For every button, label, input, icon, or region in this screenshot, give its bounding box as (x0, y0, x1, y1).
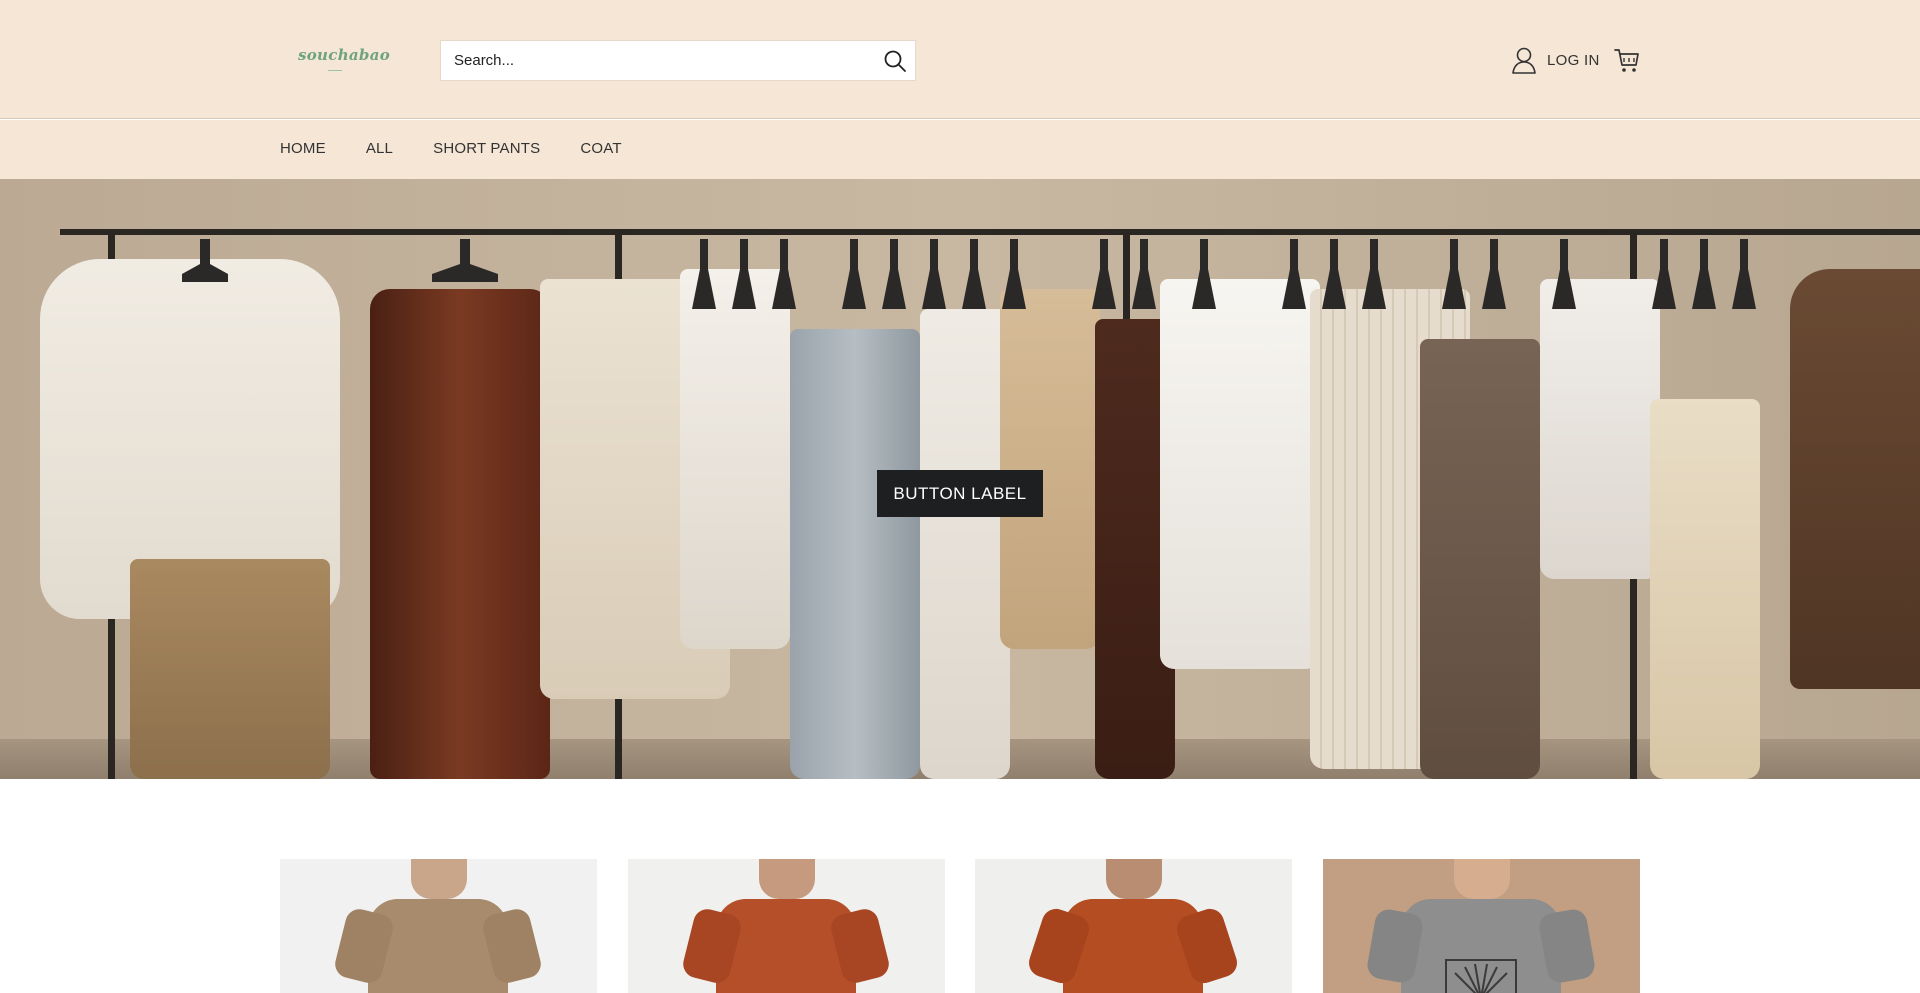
search-bar (440, 40, 916, 81)
model-neck (411, 859, 467, 899)
site-header: souchabao LOG IN (0, 0, 1920, 119)
logo[interactable]: souchabao (298, 46, 390, 64)
product-card[interactable] (975, 859, 1292, 993)
hero-banner: BUTTON LABEL (0, 179, 1920, 779)
garment-white-pants (920, 309, 1010, 779)
search-input[interactable] (441, 41, 861, 80)
model-neck (1454, 859, 1510, 899)
garment-brown-skirt (130, 559, 330, 779)
hangers-row (182, 239, 1756, 309)
nav-item-short-pants[interactable]: SHORT PANTS (433, 140, 540, 157)
login-label: LOG IN (1547, 51, 1600, 69)
model-neck (759, 859, 815, 899)
user-icon (1512, 47, 1536, 74)
hero-cta-button[interactable]: BUTTON LABEL (877, 470, 1043, 517)
search-button[interactable] (873, 41, 917, 80)
nav-item-home[interactable]: HOME (280, 140, 326, 157)
logo-underline (328, 70, 342, 71)
search-icon (884, 50, 906, 72)
product-card[interactable] (628, 859, 945, 993)
garment-brown-dress (370, 289, 550, 779)
garment-cream-slip (1650, 399, 1760, 779)
product-card[interactable] (1323, 859, 1640, 993)
garment-jeans (790, 329, 920, 779)
nav-item-coat[interactable]: COAT (580, 140, 621, 157)
nav-item-all[interactable]: ALL (366, 140, 393, 157)
login-link[interactable]: LOG IN (1511, 46, 1600, 74)
product-grid (280, 859, 1640, 993)
garment-brown-pants (1420, 339, 1540, 779)
model-neck (1106, 859, 1162, 899)
cart-icon (1614, 49, 1639, 72)
sunburst-graphic-icon (1445, 959, 1517, 993)
product-card[interactable] (280, 859, 597, 993)
cart-button[interactable] (1613, 46, 1641, 74)
main-nav: HOME ALL SHORT PANTS COAT (0, 120, 1920, 179)
